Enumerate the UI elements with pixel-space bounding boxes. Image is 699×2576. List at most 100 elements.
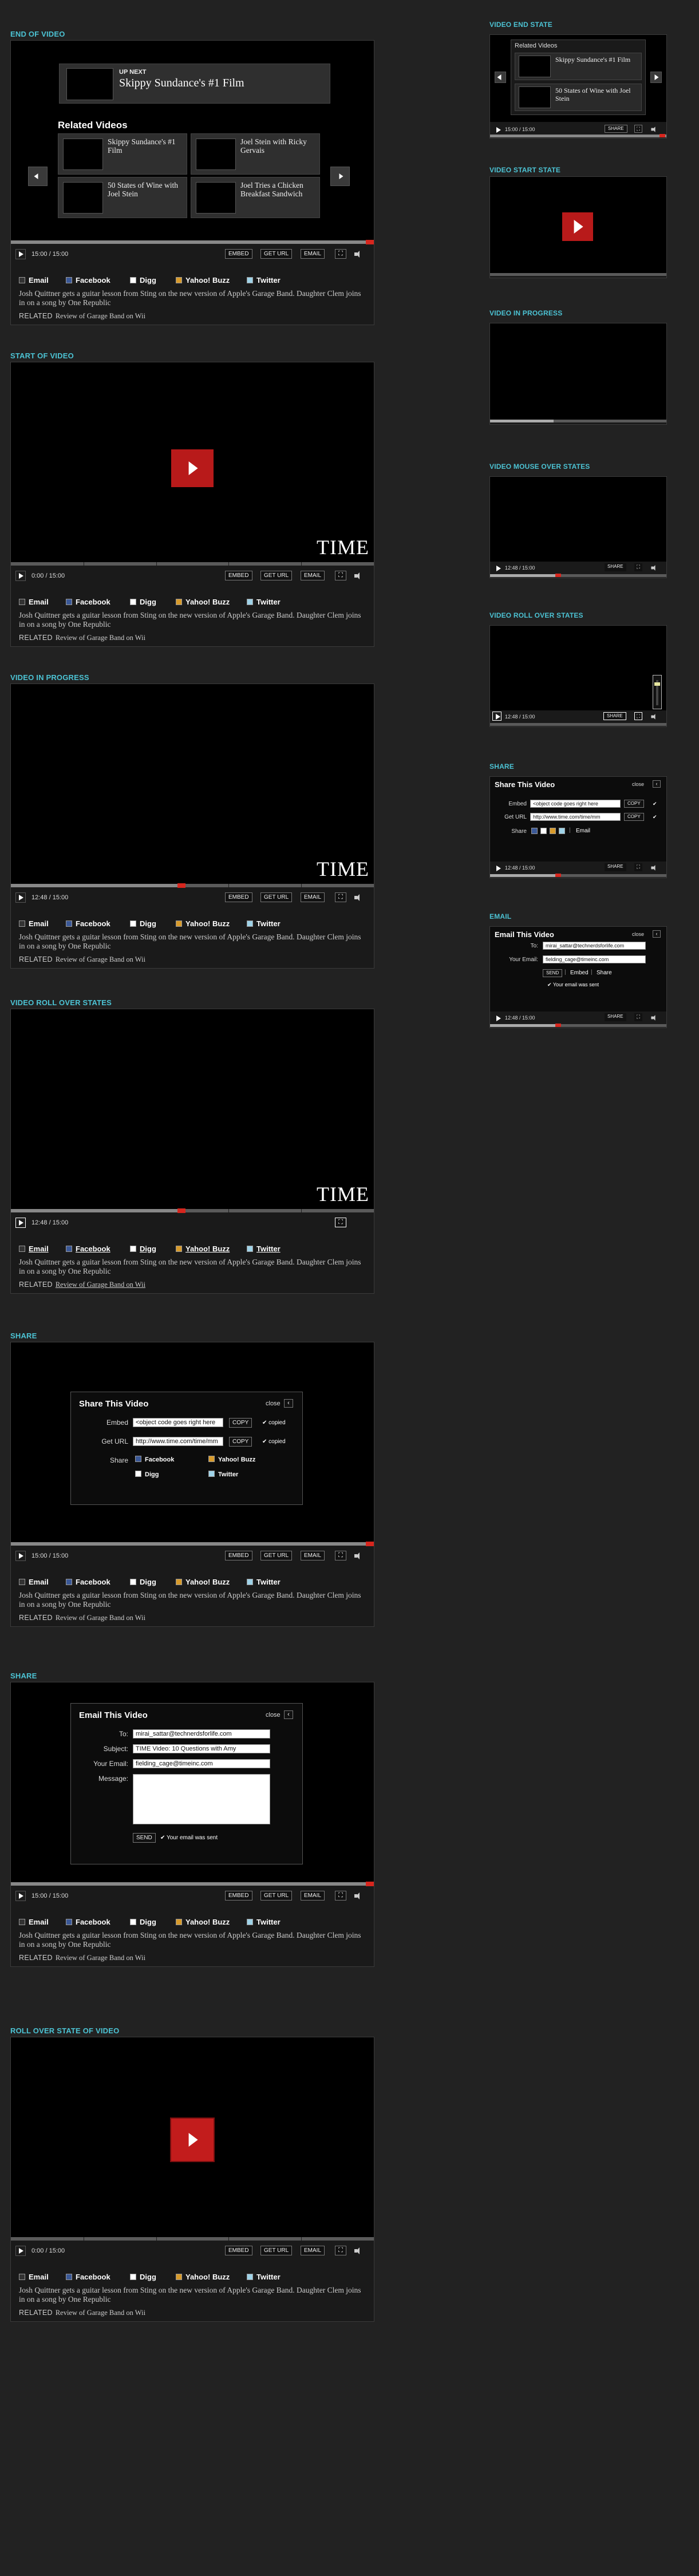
embed-code-input[interactable]: <object code goes right here [530, 800, 621, 808]
share-facebook-link[interactable]: Facebook [66, 2273, 110, 2281]
play-button[interactable] [15, 1891, 26, 1901]
twitter-icon[interactable] [559, 828, 565, 834]
close-link[interactable]: close [632, 931, 644, 937]
up-next-title[interactable]: Skippy Sundance's #1 Film [119, 77, 244, 90]
playhead-knob[interactable] [366, 240, 374, 244]
play-button-hover[interactable] [492, 712, 501, 721]
share-digg-link[interactable]: Digg [130, 276, 156, 285]
play-button-hover[interactable] [15, 1218, 26, 1228]
playhead-knob[interactable] [659, 134, 665, 137]
volume-icon[interactable] [354, 1552, 362, 1560]
share-button[interactable]: SHARE [605, 1013, 626, 1021]
embed-button[interactable]: EMBED [225, 249, 252, 259]
email-link[interactable]: Email [576, 828, 590, 834]
fullscreen-button[interactable]: ⛶ [335, 2246, 346, 2255]
video-screen[interactable] [490, 323, 666, 420]
prev-arrow-button[interactable] [28, 167, 48, 186]
share-button[interactable]: SHARE [605, 563, 626, 571]
url-input[interactable]: http://www.time.com/time/mm [530, 813, 621, 821]
progress-bar[interactable] [11, 1208, 374, 1213]
play-button[interactable] [15, 2246, 26, 2256]
fullscreen-button[interactable]: ⛶ [335, 1551, 346, 1560]
big-play-button-hover[interactable] [171, 2119, 214, 2161]
facebook-icon[interactable] [531, 828, 538, 834]
share-email-link[interactable]: Email [19, 1918, 49, 1926]
fullscreen-button[interactable]: ⛶ [634, 863, 642, 871]
related-item-2[interactable]: Joel Stein with Ricky Gervais [191, 133, 320, 175]
fullscreen-button-hover[interactable]: ⛶ [634, 712, 642, 720]
play-button[interactable] [15, 892, 26, 903]
subject-input[interactable]: TIME Video: 10 Questions with Amy [133, 1744, 270, 1753]
next-arrow-button[interactable] [650, 72, 662, 83]
related-item-3[interactable]: 50 States of Wine with Joel Stein [58, 177, 187, 218]
play-button[interactable] [493, 564, 501, 572]
related-item-2[interactable]: 50 States of Wine with Joel Stein [515, 84, 642, 111]
embed-button[interactable]: EMBED [225, 892, 252, 902]
share-yahoo-link[interactable]: Yahoo! Buzz [176, 1244, 230, 1253]
share-facebook-link[interactable]: Facebook [135, 1456, 174, 1463]
related-link[interactable]: Review of Garage Band on Wii [56, 1614, 145, 1622]
related-link[interactable]: Review of Garage Band on Wii [56, 1954, 145, 1962]
playhead-knob[interactable] [366, 1542, 374, 1546]
progress-bar[interactable] [11, 240, 374, 244]
share-facebook-link[interactable]: Facebook [66, 1918, 110, 1926]
share-digg-link[interactable]: Digg [130, 598, 156, 606]
video-screen[interactable]: TIME [11, 1009, 374, 1212]
fullscreen-button[interactable]: ⛶ [335, 571, 346, 580]
share-button[interactable]: SHARE [605, 125, 627, 133]
copy-embed-button[interactable]: COPY [624, 800, 644, 808]
embed-button[interactable]: EMBED [225, 571, 252, 580]
progress-bar[interactable] [11, 562, 374, 566]
email-button[interactable]: EMAIL [301, 249, 325, 259]
share-twitter-link[interactable]: Twitter [208, 1471, 238, 1478]
fullscreen-button[interactable]: ⛶ [634, 125, 642, 133]
volume-icon[interactable] [354, 2247, 362, 2255]
volume-icon[interactable] [354, 1892, 362, 1900]
progress-bar[interactable] [11, 1882, 374, 1886]
video-screen[interactable]: Related Videos Skippy Sundance's #1 Film… [490, 35, 666, 122]
next-arrow-button[interactable] [330, 167, 350, 186]
progress-bar[interactable] [490, 420, 666, 422]
message-textarea[interactable] [133, 1774, 270, 1824]
related-link[interactable]: Review of Garage Band on Wii [56, 2309, 145, 2317]
get-url-button[interactable]: GET URL [260, 892, 293, 902]
share-digg-link[interactable]: Digg [130, 919, 156, 928]
copy-url-button[interactable]: COPY [624, 813, 644, 821]
related-item-1[interactable]: Skippy Sundance's #1 Film [58, 133, 187, 175]
close-icon[interactable]: ‹ [653, 780, 661, 788]
progress-bar[interactable] [11, 1542, 374, 1546]
related-item-4[interactable]: Joel Tries a Chicken Breakfast Sandwich [191, 177, 320, 218]
your-email-input[interactable]: fielding_cage@timeinc.com [133, 1759, 270, 1768]
share-email-link[interactable]: Email [19, 598, 49, 606]
email-button[interactable]: EMAIL [301, 1551, 325, 1560]
share-twitter-link[interactable]: Twitter [247, 276, 281, 285]
digg-icon[interactable] [540, 828, 547, 834]
share-twitter-link[interactable]: Twitter [247, 1578, 281, 1586]
share-twitter-link[interactable]: Twitter [247, 598, 281, 606]
share-yahoo-link[interactable]: Yahoo! Buzz [176, 598, 230, 606]
volume-knob[interactable] [654, 682, 660, 686]
video-screen[interactable]: Email This Video close ‹ To: mirai_satta… [11, 1682, 374, 1886]
volume-icon[interactable] [354, 250, 362, 258]
fullscreen-button[interactable]: ⛶ [335, 249, 346, 259]
to-input[interactable]: mirai_sattar@technerdsforlife.com [133, 1729, 270, 1739]
close-icon[interactable]: ‹ [284, 1399, 293, 1408]
close-icon[interactable]: ‹ [653, 930, 661, 938]
related-item-1[interactable]: Skippy Sundance's #1 Film [515, 53, 642, 80]
share-twitter-link[interactable]: Twitter [247, 1918, 281, 1926]
close-link[interactable]: close [632, 781, 644, 787]
embed-button[interactable]: EMBED [225, 1891, 252, 1901]
share-button[interactable]: SHARE [605, 863, 626, 871]
volume-icon[interactable] [651, 126, 657, 132]
play-button[interactable] [15, 1551, 26, 1561]
get-url-button[interactable]: GET URL [260, 249, 293, 259]
share-twitter-link[interactable]: Twitter [247, 1244, 281, 1253]
share-facebook-link[interactable]: Facebook [66, 598, 110, 606]
share-digg-link[interactable]: Digg [130, 2273, 156, 2281]
share-digg-link[interactable]: Digg [130, 1578, 156, 1586]
close-link[interactable]: close [266, 1712, 281, 1718]
video-screen[interactable] [490, 477, 666, 562]
big-play-button[interactable] [562, 212, 593, 241]
video-screen[interactable] [11, 2037, 374, 2241]
share-email-link[interactable]: Email [19, 1244, 49, 1253]
